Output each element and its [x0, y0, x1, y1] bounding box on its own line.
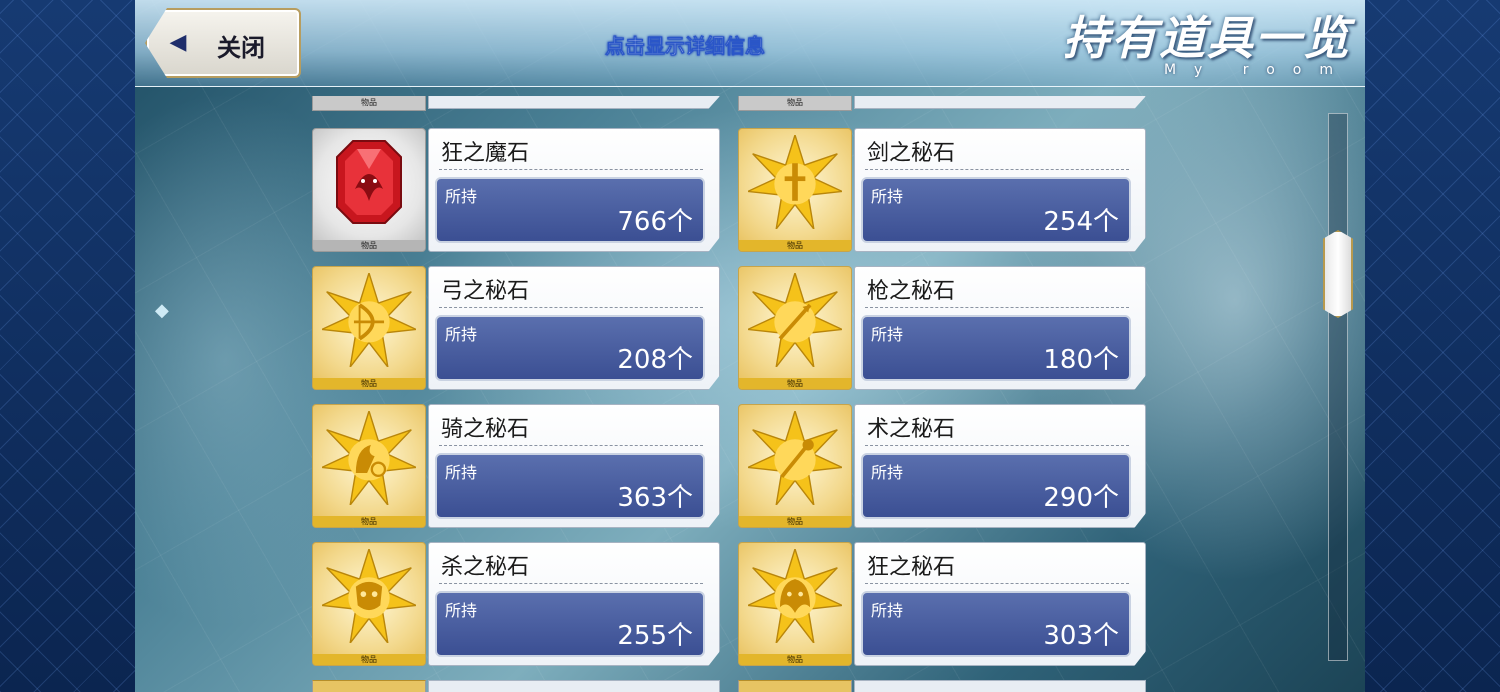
item-tag: 物品 — [313, 240, 425, 251]
inventory-screen: ◀ 关闭 点击显示详细信息 持有道具一览 My room ◆ 物品 物品 物品 … — [135, 0, 1365, 692]
quantity-box: 所持 766个 — [435, 177, 705, 243]
quantity-box: 所持 254个 — [861, 177, 1131, 243]
top-bar: ◀ 关闭 点击显示详细信息 持有道具一览 My room — [135, 0, 1365, 87]
item-thumbnail: 物品 — [738, 404, 852, 528]
item-name: 剑之秘石 — [867, 141, 956, 166]
quantity-label: 所持 — [445, 187, 478, 206]
quantity-box: 所持 180个 — [861, 315, 1131, 381]
assassin-secret-stone-icon — [322, 549, 416, 643]
close-button[interactable]: ◀ 关闭 — [145, 8, 301, 78]
item-tag: 物品 — [738, 96, 852, 111]
quantity-box: 所持 363个 — [435, 453, 705, 519]
saber-secret-stone-icon — [748, 135, 842, 229]
quantity-value: 766个 — [617, 207, 693, 237]
detail-hint: 点击显示详细信息 — [605, 34, 766, 59]
scrollbar-track[interactable] — [1328, 113, 1348, 661]
list-item-partial[interactable] — [312, 680, 722, 692]
quantity-label: 所持 — [445, 601, 478, 620]
quantity-box: 所持 208个 — [435, 315, 705, 381]
quantity-box: 所持 290个 — [861, 453, 1131, 519]
item-tag: 物品 — [313, 516, 425, 527]
lancer-secret-stone-icon — [748, 273, 842, 367]
item-card[interactable]: 物品 剑之秘石 所持 254个 — [738, 128, 1148, 252]
quantity-value: 363个 — [617, 483, 693, 513]
item-thumbnail: 物品 — [312, 404, 426, 528]
item-thumbnail: 物品 — [738, 542, 852, 666]
item-name: 术之秘石 — [867, 417, 956, 442]
list-item-partial[interactable]: 物品 — [312, 96, 722, 111]
list-item-partial[interactable] — [738, 680, 1148, 692]
item-name: 骑之秘石 — [441, 417, 530, 442]
quantity-box: 所持 255个 — [435, 591, 705, 657]
page-title: 持有道具一览 — [1063, 11, 1351, 65]
berserker-gem-icon — [336, 140, 402, 224]
item-thumbnail: 物品 — [312, 266, 426, 390]
item-card[interactable]: 物品 枪之秘石 所持 180个 — [738, 266, 1148, 390]
item-thumbnail: 物品 — [738, 266, 852, 390]
sparkle-icon: ◆ — [155, 300, 169, 321]
item-card[interactable]: 物品 骑之秘石 所持 363个 — [312, 404, 722, 528]
item-card[interactable]: 物品 狂之魔石 所持 766个 — [312, 128, 722, 252]
item-card[interactable]: 物品 狂之秘石 所持 303个 — [738, 542, 1148, 666]
quantity-value: 255个 — [617, 621, 693, 651]
item-card[interactable]: 物品 术之秘石 所持 290个 — [738, 404, 1148, 528]
item-tag: 物品 — [313, 654, 425, 665]
item-card[interactable]: 物品 杀之秘石 所持 255个 — [312, 542, 722, 666]
quantity-value: 208个 — [617, 345, 693, 375]
close-label: 关闭 — [217, 34, 265, 62]
caster-secret-stone-icon — [748, 411, 842, 505]
item-tag: 物品 — [739, 516, 851, 527]
item-thumbnail: 物品 — [312, 542, 426, 666]
quantity-value: 290个 — [1043, 483, 1119, 513]
item-tag: 物品 — [739, 378, 851, 389]
quantity-label: 所持 — [871, 463, 904, 482]
scrollbar-thumb[interactable] — [1323, 230, 1353, 318]
item-name: 狂之秘石 — [867, 555, 956, 580]
quantity-value: 180个 — [1043, 345, 1119, 375]
item-name: 枪之秘石 — [867, 279, 956, 304]
item-card[interactable]: 物品 弓之秘石 所持 208个 — [312, 266, 722, 390]
item-thumbnail: 物品 — [312, 128, 426, 252]
quantity-box: 所持 303个 — [861, 591, 1131, 657]
item-tag: 物品 — [739, 240, 851, 251]
berserker-secret-stone-icon — [748, 549, 842, 643]
quantity-value: 254个 — [1043, 207, 1119, 237]
quantity-label: 所持 — [871, 601, 904, 620]
quantity-value: 303个 — [1043, 621, 1119, 651]
item-tag: 物品 — [313, 378, 425, 389]
quantity-label: 所持 — [445, 325, 478, 344]
quantity-label: 所持 — [871, 187, 904, 206]
rider-secret-stone-icon — [322, 411, 416, 505]
back-chevron-icon: ◀ — [169, 30, 187, 55]
item-name: 弓之秘石 — [441, 279, 530, 304]
archer-secret-stone-icon — [322, 273, 416, 367]
page-subtitle: My room — [1163, 62, 1351, 78]
list-item-partial[interactable]: 物品 — [738, 96, 1148, 111]
item-tag: 物品 — [739, 654, 851, 665]
item-name: 狂之魔石 — [441, 141, 530, 166]
quantity-label: 所持 — [871, 325, 904, 344]
item-thumbnail: 物品 — [738, 128, 852, 252]
item-name: 杀之秘石 — [441, 555, 530, 580]
item-tag: 物品 — [312, 96, 426, 111]
quantity-label: 所持 — [445, 463, 478, 482]
